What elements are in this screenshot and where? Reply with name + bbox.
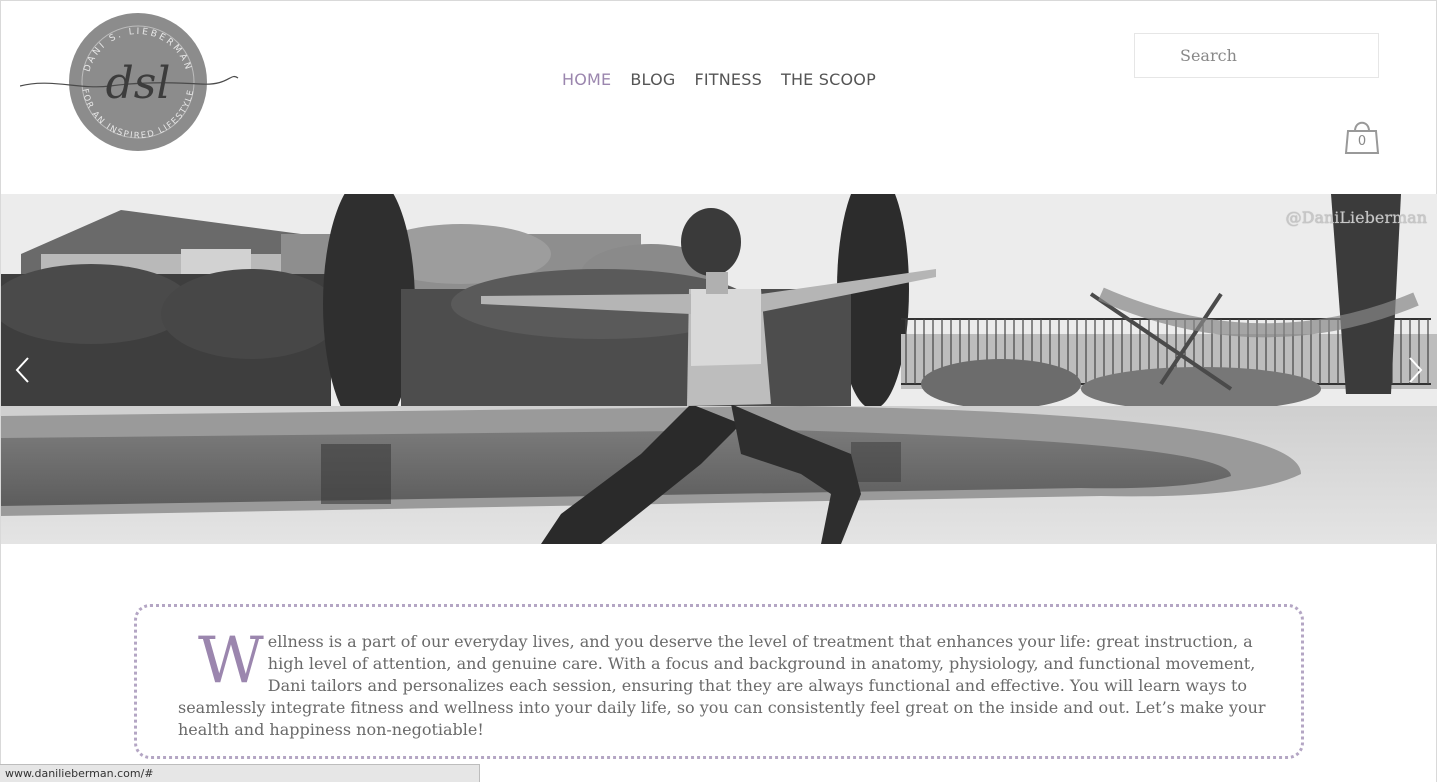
browser-status-bar: www.danilieberman.com/#: [0, 764, 480, 782]
chevron-left-icon: [15, 357, 29, 383]
logo-graphic: DANI S. LIEBERMAN FOR AN INSPIRED LIFEST…: [19, 13, 239, 151]
search-input[interactable]: [1135, 34, 1378, 77]
intro-dropcap: W: [198, 624, 264, 698]
main-nav: HOME BLOG FITNESS THE SCOOP: [562, 70, 876, 89]
nav-the-scoop[interactable]: THE SCOOP: [781, 70, 876, 89]
intro-body: ellness is a part of our everyday lives,…: [178, 632, 1266, 739]
nav-blog[interactable]: BLOG: [630, 70, 675, 89]
hero-watermark: @DaniLieberman: [1285, 208, 1427, 227]
slideshow-next-button[interactable]: [1405, 356, 1425, 384]
hero-slideshow: @DaniLieberman: [1, 194, 1437, 544]
cart-button[interactable]: 0: [1344, 116, 1380, 156]
slideshow-prev-button[interactable]: [13, 356, 33, 384]
logo-monogram: dsl: [106, 58, 171, 109]
site-logo[interactable]: DANI S. LIEBERMAN FOR AN INSPIRED LIFEST…: [19, 12, 242, 157]
hero-image: [1, 194, 1437, 544]
intro-box: Wellness is a part of our everyday lives…: [134, 604, 1304, 759]
intro-paragraph: Wellness is a part of our everyday lives…: [178, 624, 1268, 741]
chevron-right-icon: [1409, 357, 1423, 383]
cart-count: 0: [1357, 134, 1367, 149]
nav-home[interactable]: HOME: [562, 70, 611, 89]
search-box: [1134, 33, 1379, 78]
nav-fitness[interactable]: FITNESS: [694, 70, 762, 89]
